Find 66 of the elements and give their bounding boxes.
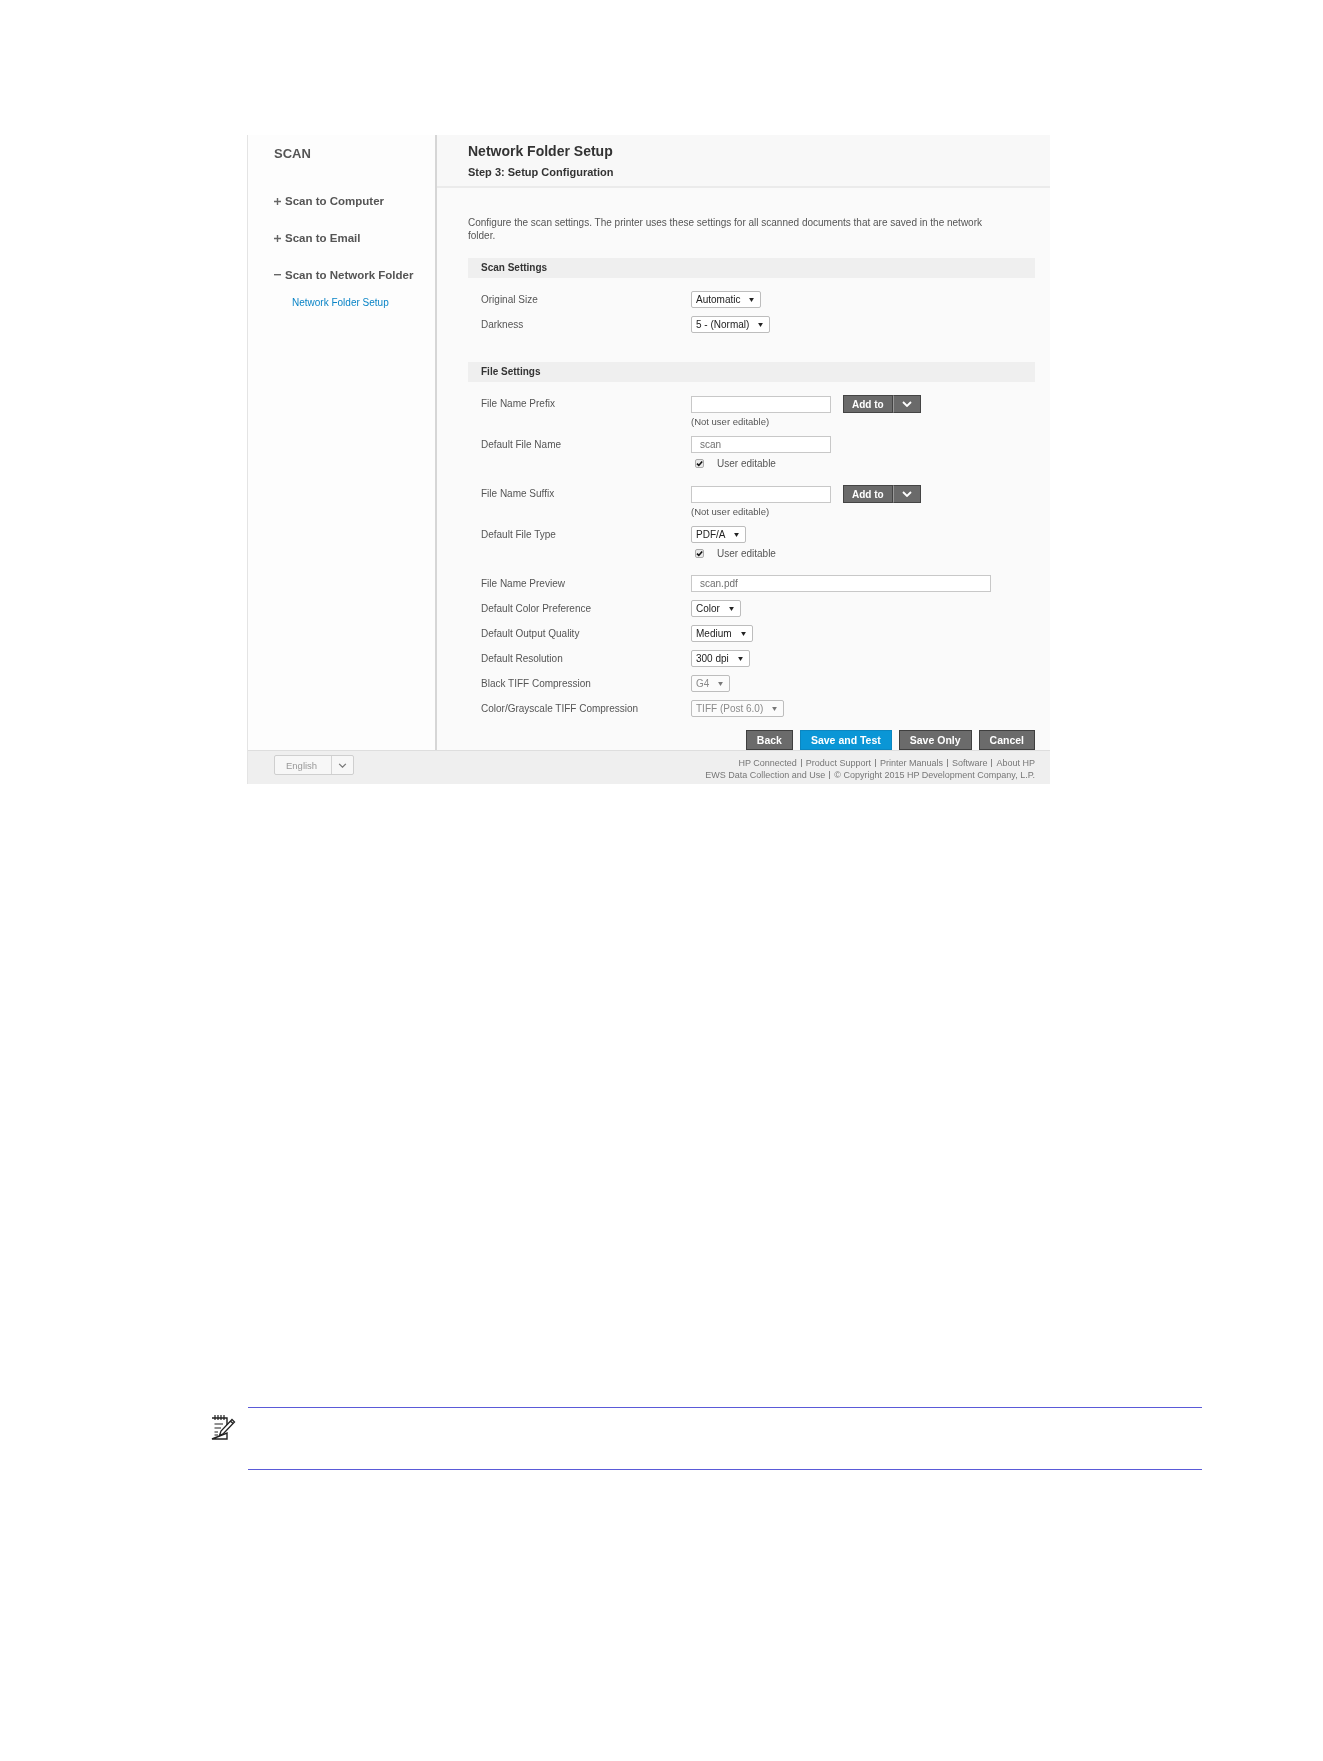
action-button[interactable]: Save and Test <box>799 730 892 750</box>
checkbox-label: User editable <box>717 547 776 560</box>
chevron-down-icon <box>901 491 912 497</box>
field-label: Color/Grayscale TIFF Compression <box>481 702 640 716</box>
notepad-pencil-icon <box>210 1413 236 1440</box>
sidebar-link[interactable]: Scan to Email <box>274 231 361 245</box>
description-text: Configure the scan settings. The printer uses these settings for all scanned documents that are saved in the network folder. <box>468 216 983 242</box>
field-label: Black TIFF Compression <box>481 677 592 691</box>
caret-down-icon <box>740 631 746 636</box>
field-label: File Name Preview <box>481 577 566 591</box>
field-label: Default File Name <box>481 438 563 452</box>
copyright-text: © Copyright 2015 HP Development Company, L.P. <box>834 769 1035 781</box>
add-to-button[interactable]: Add to <box>843 395 893 413</box>
footer-link[interactable]: Product Support <box>805 757 871 769</box>
section-header: File Settings <box>468 362 1035 382</box>
dropdown[interactable]: 300 dpi <box>691 650 750 667</box>
hint-text: (Not user editable) <box>691 506 770 518</box>
caret-down-icon <box>718 681 724 686</box>
add-to-button[interactable]: Add to <box>843 485 893 503</box>
chevron-down-icon <box>338 762 348 768</box>
text-field[interactable]: scan.pdf <box>691 575 991 592</box>
footer-link[interactable]: Printer Manuals <box>879 757 943 769</box>
field-label: Default File Type <box>481 528 557 542</box>
dropdown-toggle-button[interactable] <box>892 485 921 503</box>
dropdown-toggle-button[interactable] <box>892 395 921 413</box>
field-label: File Name Prefix <box>481 397 556 411</box>
footer-link[interactable]: About HP <box>996 757 1035 769</box>
field-label: File Name Suffix <box>481 487 556 501</box>
dropdown[interactable]: 5 - (Normal) <box>691 316 771 333</box>
checkbox[interactable] <box>695 549 704 558</box>
dropdown[interactable]: Color <box>691 600 741 617</box>
sidebar-link[interactable]: Scan to Computer <box>274 194 385 208</box>
checkbox[interactable] <box>695 459 704 468</box>
caret-down-icon <box>737 656 743 661</box>
dropdown[interactable]: Automatic <box>691 291 762 308</box>
field-label: Darkness <box>481 318 525 332</box>
caret-down-icon <box>758 322 764 327</box>
field-label: Default Resolution <box>481 652 564 666</box>
chevron-down-icon <box>901 401 912 407</box>
sidebar-sublink[interactable]: Network Folder Setup <box>292 297 389 309</box>
section-header: Scan Settings <box>468 258 1035 278</box>
footer-link[interactable]: EWS Data Collection and Use <box>705 769 826 781</box>
caret-down-icon <box>772 706 778 711</box>
caret-down-icon <box>749 297 755 302</box>
dropdown[interactable]: PDF/A <box>691 526 747 543</box>
sidebar-title: SCAN <box>274 146 311 162</box>
text-field[interactable]: scan <box>691 436 831 453</box>
footer-link[interactable]: HP Connected <box>738 757 797 769</box>
text-field[interactable] <box>691 395 831 413</box>
dropdown[interactable]: Medium <box>691 625 753 642</box>
page-title: Network Folder Setup <box>468 142 613 160</box>
caret-down-icon <box>728 606 734 611</box>
checkbox-label: User editable <box>717 457 776 470</box>
field-label: Default Color Preference <box>481 602 593 616</box>
field-label: Original Size <box>481 293 539 307</box>
action-button[interactable]: Cancel <box>978 730 1035 750</box>
field-label: Default Output Quality <box>481 627 581 641</box>
hint-text: (Not user editable) <box>691 416 770 428</box>
step-title: Step 3: Setup Configuration <box>468 165 614 179</box>
action-button[interactable]: Back <box>745 730 793 750</box>
action-button[interactable]: Save Only <box>898 730 972 750</box>
sidebar-link[interactable]: Scan to Network Folder <box>274 268 414 282</box>
language-dropdown[interactable]: English <box>274 755 355 775</box>
text-field[interactable] <box>691 485 831 503</box>
footer-link[interactable]: Software <box>951 757 988 769</box>
caret-down-icon <box>734 532 740 537</box>
